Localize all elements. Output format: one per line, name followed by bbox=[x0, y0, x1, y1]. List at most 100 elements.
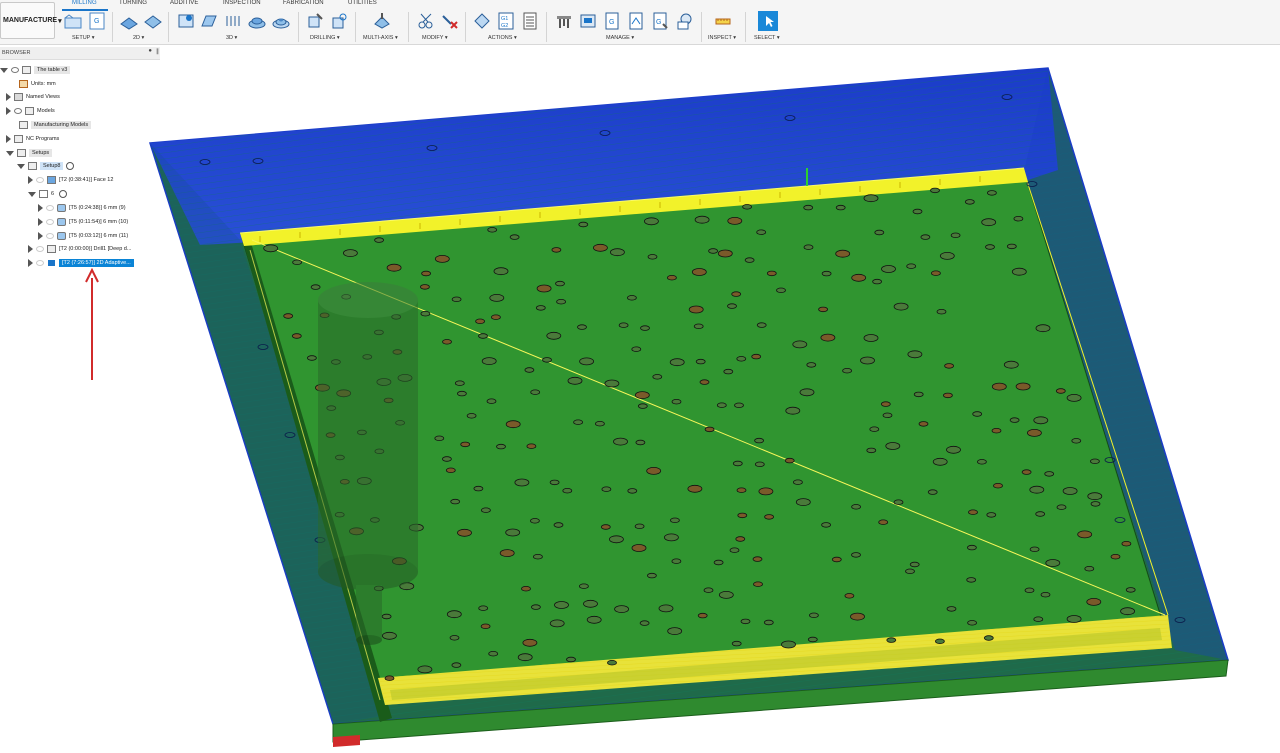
2d-pocket-icon[interactable] bbox=[144, 12, 162, 30]
status-circle-icon bbox=[59, 190, 68, 198]
units-icon bbox=[19, 80, 28, 88]
tree-op-drill[interactable]: [T2 (0:00:00)] Drill1 [Deep d... bbox=[28, 243, 131, 255]
template-library-icon[interactable] bbox=[627, 12, 645, 30]
visibility-eye-icon[interactable] bbox=[46, 233, 54, 239]
canvas-viewport[interactable] bbox=[0, 45, 1280, 753]
tree-units[interactable]: Units: mm bbox=[19, 78, 56, 90]
3d-parallel-icon[interactable] bbox=[224, 12, 242, 30]
new-setup-icon[interactable] bbox=[64, 12, 82, 30]
chevron-right-icon[interactable] bbox=[38, 204, 43, 212]
cylinder-op-icon bbox=[57, 232, 66, 240]
chevron-right-icon[interactable] bbox=[28, 245, 33, 253]
visibility-eye-icon[interactable] bbox=[36, 260, 44, 266]
collapse-icon[interactable]: ● bbox=[148, 48, 152, 54]
group-setup[interactable]: SETUP ▾ bbox=[72, 35, 95, 41]
tab-utilities[interactable]: UTILITIES bbox=[348, 0, 377, 6]
tree-manufacturing-models[interactable]: Manufacturing Models bbox=[19, 119, 92, 131]
tree-op-t5-10[interactable]: [T5 (0:11:54)] 6 mm (10) bbox=[38, 216, 128, 228]
nc-program-icon[interactable]: G bbox=[88, 12, 106, 30]
bore-icon[interactable] bbox=[330, 12, 348, 30]
group-manage[interactable]: MANAGE ▾ bbox=[606, 35, 634, 41]
cloud-library-icon[interactable] bbox=[676, 12, 694, 30]
visibility-eye-icon[interactable] bbox=[14, 108, 22, 114]
chevron-right-icon[interactable] bbox=[6, 107, 11, 115]
hole bbox=[1121, 541, 1132, 547]
chevron-right-icon[interactable] bbox=[6, 93, 11, 101]
simulate-icon[interactable] bbox=[473, 12, 491, 30]
3d-pocket-icon[interactable] bbox=[200, 12, 218, 30]
group-2d[interactable]: 2D ▾ bbox=[133, 35, 144, 41]
chevron-right-icon[interactable] bbox=[28, 259, 33, 267]
group-multi-axis[interactable]: MULTI-AXIS ▾ bbox=[363, 35, 398, 41]
tab-additive[interactable]: ADDITIVE bbox=[170, 0, 198, 6]
hole bbox=[851, 552, 861, 558]
setup-sheet-icon[interactable] bbox=[521, 12, 539, 30]
chevron-down-icon: ▾ bbox=[58, 17, 62, 25]
visibility-eye-icon[interactable] bbox=[46, 205, 54, 211]
chevron-down-icon[interactable] bbox=[6, 150, 14, 156]
pin-icon[interactable]: ∥ bbox=[156, 48, 159, 55]
visibility-eye-icon[interactable] bbox=[36, 177, 44, 183]
chevron-right-icon[interactable] bbox=[28, 176, 33, 184]
measure-icon[interactable] bbox=[714, 12, 732, 30]
hole bbox=[1125, 587, 1136, 593]
chevron-right-icon[interactable] bbox=[38, 232, 43, 240]
hole bbox=[966, 577, 977, 583]
hole bbox=[806, 362, 817, 368]
tree-op-face[interactable]: [T2 (0:38:41)] Face 12 bbox=[28, 174, 113, 186]
post-library-icon[interactable]: G bbox=[603, 12, 621, 30]
tree-op-t5-11[interactable]: [T5 (0:03:12)] 6 mm (11) bbox=[38, 230, 128, 242]
visibility-eye-icon[interactable] bbox=[36, 246, 44, 252]
tree-op-t5-9[interactable]: [T5 (0:24:38)] 6 mm (9) bbox=[38, 202, 126, 214]
visibility-eye-icon[interactable] bbox=[11, 67, 19, 73]
machine-library-icon[interactable] bbox=[579, 12, 597, 30]
delete-toolpath-icon[interactable] bbox=[441, 12, 459, 30]
tree-op-2d-adaptive[interactable]: [T2 (7:26:57)] 2D Adaptive... bbox=[28, 257, 134, 269]
3d-contour-icon[interactable] bbox=[248, 12, 266, 30]
3d-scallop-icon[interactable] bbox=[272, 12, 290, 30]
tree-setups[interactable]: Setups bbox=[6, 147, 53, 159]
hole bbox=[460, 441, 471, 448]
tree-named-views[interactable]: Named Views bbox=[6, 91, 60, 103]
hole bbox=[1033, 416, 1049, 425]
chevron-down-icon[interactable] bbox=[28, 191, 36, 197]
tree-setup8[interactable]: Setup8 bbox=[17, 160, 75, 172]
workspace-switcher[interactable]: MANUFACTURE ▾ bbox=[0, 2, 62, 39]
hole bbox=[593, 243, 608, 252]
drill-icon[interactable] bbox=[306, 12, 324, 30]
nc-programs-label: NC Programs bbox=[26, 136, 60, 142]
chevron-down-icon[interactable] bbox=[17, 163, 25, 169]
tab-milling[interactable]: MILLING bbox=[72, 0, 97, 6]
tab-inspection[interactable]: INSPECTION bbox=[223, 0, 261, 6]
group-drilling[interactable]: DRILLING ▾ bbox=[310, 35, 340, 41]
tool-library-icon[interactable] bbox=[555, 12, 573, 30]
group-modify[interactable]: MODIFY ▾ bbox=[422, 35, 448, 41]
visibility-eye-icon[interactable] bbox=[46, 219, 54, 225]
svg-text:G2: G2 bbox=[501, 23, 508, 29]
group-actions[interactable]: ACTIONS ▾ bbox=[488, 35, 517, 41]
hole bbox=[384, 675, 395, 681]
2d-adaptive-icon[interactable] bbox=[120, 12, 138, 30]
hole bbox=[600, 524, 611, 530]
active-setup-icon[interactable] bbox=[66, 162, 75, 170]
tab-fabrication[interactable]: FABRICATION bbox=[283, 0, 324, 6]
tab-turning[interactable]: TURNING bbox=[119, 0, 147, 6]
group-inspect[interactable]: INSPECT ▾ bbox=[708, 35, 736, 41]
tree-nc-programs[interactable]: NC Programs bbox=[6, 133, 59, 145]
chevron-right-icon[interactable] bbox=[38, 218, 43, 226]
tree-models[interactable]: Models bbox=[6, 105, 55, 117]
3d-adaptive-icon[interactable] bbox=[177, 12, 195, 30]
op-t5-11-label: [T5 (0:03:12)] 6 mm (11) bbox=[69, 233, 129, 239]
select-cursor-icon[interactable] bbox=[758, 11, 778, 31]
task-manager-icon[interactable]: G bbox=[651, 12, 669, 30]
chevron-down-icon[interactable] bbox=[0, 67, 8, 73]
scissors-icon[interactable] bbox=[417, 12, 435, 30]
post-process-icon[interactable]: G1G2 bbox=[497, 12, 515, 30]
hole bbox=[441, 456, 452, 462]
tree-root[interactable]: The table v3 bbox=[0, 64, 71, 76]
multi-axis-icon[interactable] bbox=[373, 12, 391, 30]
group-3d[interactable]: 3D ▾ bbox=[226, 35, 237, 41]
tree-folder-6[interactable]: 6 bbox=[28, 188, 68, 200]
group-select[interactable]: SELECT ▾ bbox=[754, 35, 780, 41]
chevron-right-icon[interactable] bbox=[6, 135, 11, 143]
